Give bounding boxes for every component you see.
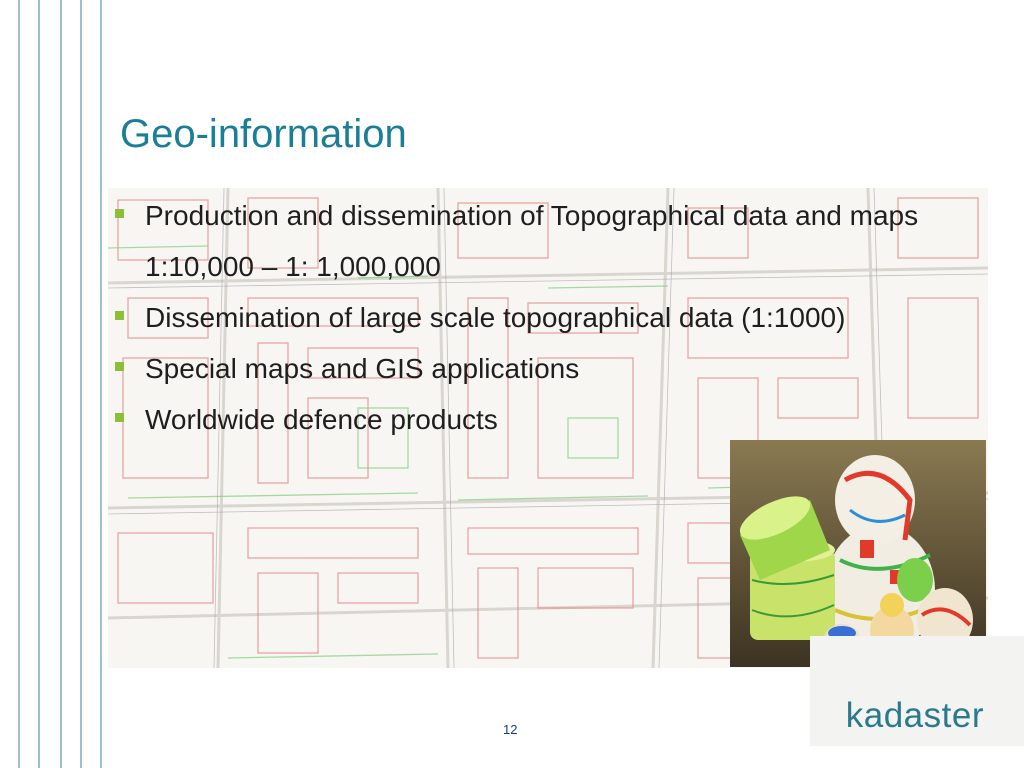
bullet-item: Dissemination of large scale topographic…	[112, 292, 932, 343]
bullet-item: Worldwide defence products	[112, 394, 932, 445]
bullet-list: Production and dissemination of Topograp…	[112, 190, 932, 445]
square-bullet-icon	[115, 311, 124, 320]
bullet-text: Worldwide defence products	[145, 404, 498, 435]
bullet-text: Dissemination of large scale topographic…	[145, 302, 846, 333]
square-bullet-icon	[115, 209, 124, 218]
kadaster-logo: kadaster	[845, 696, 984, 735]
decorative-line	[80, 0, 82, 768]
matryoshka-dolls-photo	[730, 440, 986, 667]
decorative-line	[18, 0, 20, 768]
decorative-line	[38, 0, 40, 768]
slide-title: Geo-information	[120, 112, 407, 156]
bullet-item: Special maps and GIS applications	[112, 343, 932, 394]
bullet-item: Production and dissemination of Topograp…	[112, 190, 932, 292]
decorative-line	[60, 0, 62, 768]
bullet-text: Production and dissemination of Topograp…	[145, 200, 919, 282]
bullet-text: Special maps and GIS applications	[145, 353, 580, 384]
decorative-line	[100, 0, 102, 768]
square-bullet-icon	[115, 362, 124, 371]
logo-panel: kadaster	[810, 636, 1024, 746]
page-number: 12	[503, 722, 518, 737]
square-bullet-icon	[115, 413, 124, 422]
